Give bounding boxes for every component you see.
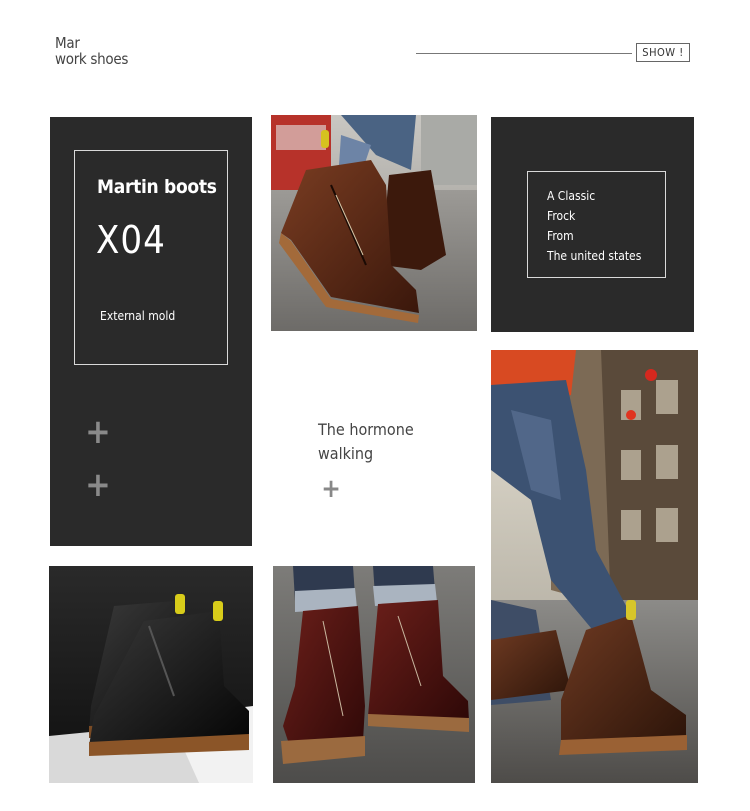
plus-icon: +	[85, 465, 111, 505]
hormone-text: The hormone walking	[318, 418, 414, 466]
brown-boots-street-photo	[271, 115, 477, 331]
boots-city-street-photo	[491, 350, 698, 783]
show-button[interactable]: SHOW !	[636, 43, 690, 62]
classic-line: A Classic	[547, 189, 596, 203]
classic-line: Frock	[547, 209, 576, 223]
brand-line-1: Mar	[55, 34, 80, 52]
brand-line-2: work shoes	[55, 50, 129, 68]
product-subtitle: External mold	[100, 309, 176, 323]
black-boots-photo	[49, 566, 253, 783]
hormone-line-2: walking	[318, 444, 374, 463]
header-divider	[416, 53, 632, 54]
hormone-line-1: The hormone	[318, 420, 414, 439]
classic-line: The united states	[547, 249, 642, 263]
product-model: X04	[96, 218, 166, 262]
product-title: Martin boots	[97, 176, 217, 198]
brand-title: Mar work shoes	[55, 35, 128, 67]
burgundy-boots-photo	[273, 566, 475, 783]
classic-line: From	[547, 229, 574, 243]
classic-text: A Classic Frock From The united states	[547, 186, 641, 266]
plus-icon: +	[321, 474, 341, 504]
plus-icon: +	[85, 412, 111, 452]
